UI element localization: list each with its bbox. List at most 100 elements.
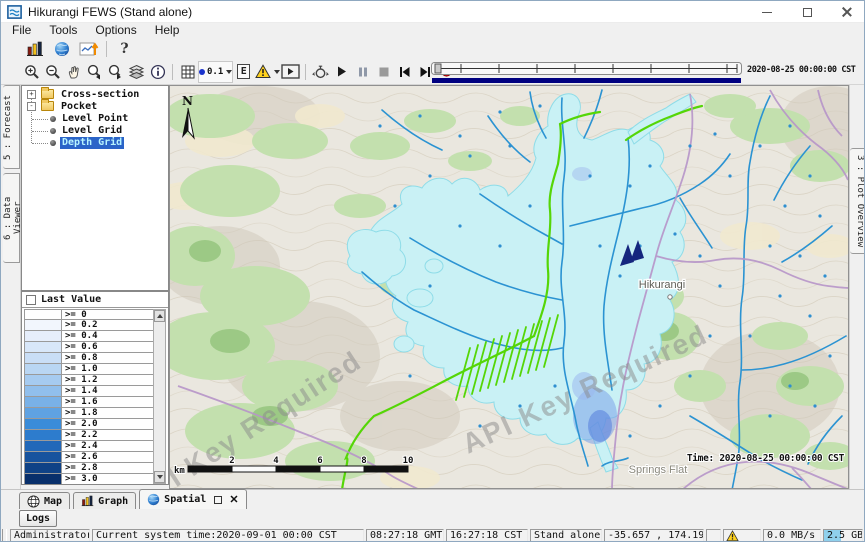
- arrow-down-icon: [157, 475, 163, 479]
- legend-scrollbar[interactable]: [153, 309, 166, 484]
- folder-icon: [41, 101, 54, 111]
- help-button[interactable]: ?: [111, 39, 138, 59]
- toolbar-separator: [305, 64, 306, 80]
- timeseries-display-button[interactable]: [75, 39, 102, 59]
- point-scale-dropdown[interactable]: 0.1: [198, 61, 233, 83]
- forecast-database-button[interactable]: [21, 39, 48, 59]
- legend-swatch: [24, 331, 62, 342]
- legend-row: >= 1.8: [24, 408, 154, 419]
- info-button[interactable]: [147, 61, 168, 83]
- warning-triangle-icon: [255, 64, 271, 79]
- play-button[interactable]: [331, 61, 352, 83]
- legend-swatch: [24, 375, 62, 386]
- legend-row: >= 0.6: [24, 342, 154, 353]
- toolbar-separator: [172, 64, 173, 80]
- status-grip: [2, 529, 7, 542]
- pause-icon: [357, 66, 369, 78]
- tree-item-label: Level Point: [60, 113, 130, 125]
- animation-speed-button[interactable]: [310, 61, 331, 83]
- tree-expander-icon[interactable]: +: [27, 90, 36, 99]
- left-tab-strip: 5 : Forecast 6 : Data Viewer: [1, 85, 21, 489]
- close-icon: [842, 7, 852, 17]
- tree-item-pocket[interactable]: -Pocket: [22, 101, 168, 113]
- logs-row: Logs: [1, 509, 864, 529]
- legend-swatch: [24, 320, 62, 331]
- scale-tick: 8: [361, 456, 366, 466]
- legend-row: >= 2.0: [24, 419, 154, 430]
- thresholds-dropdown[interactable]: [254, 61, 280, 83]
- legend-row: >= 1.6: [24, 397, 154, 408]
- pan-hand-icon: [66, 64, 82, 80]
- legend-swatch: [24, 386, 62, 397]
- status-warning[interactable]: [723, 529, 761, 542]
- tree-item-level-grid[interactable]: Level Grid: [22, 125, 168, 137]
- tree-expander-icon[interactable]: -: [27, 102, 36, 111]
- scroll-down-button[interactable]: [154, 471, 165, 483]
- menu-tools[interactable]: Tools: [40, 23, 86, 38]
- tab-label: Graph: [98, 496, 128, 507]
- sidebar-tab-6-data-viewer[interactable]: 6 : Data Viewer: [3, 173, 20, 263]
- scale-tick: 6: [317, 456, 322, 466]
- bar-chart-icon: [26, 41, 44, 57]
- legend-row-label: >= 0.8: [62, 353, 154, 364]
- help-icon: ?: [120, 41, 128, 57]
- legend-row-label: >= 2.6: [62, 452, 154, 463]
- zoom-next-icon: [107, 64, 124, 80]
- tree-item-depth-grid[interactable]: Depth Grid: [22, 137, 168, 149]
- restore-view-icon[interactable]: [214, 496, 222, 504]
- zoom-in-button[interactable]: [21, 61, 42, 83]
- status-system-time: Current system time:2020-09-01 00:00 CST: [92, 529, 364, 542]
- scale-tick: 4: [273, 456, 279, 466]
- tree-item-label: Depth Grid: [60, 137, 124, 149]
- close-button[interactable]: [836, 3, 858, 21]
- minimize-button[interactable]: [756, 3, 778, 21]
- legend-swatch: [24, 342, 62, 353]
- layers-button[interactable]: [126, 61, 147, 83]
- last-value-checkbox[interactable]: [26, 295, 36, 305]
- toolbar-separator: [106, 41, 107, 57]
- timeline-handle[interactable]: [435, 64, 441, 73]
- globe-blue-icon: [147, 493, 160, 506]
- legend-row: >= 1.4: [24, 386, 154, 397]
- menu-file[interactable]: File: [3, 23, 40, 38]
- sidebar-tab-3-plot-overview[interactable]: 3 : Plot Overview: [850, 148, 865, 254]
- tab-map[interactable]: Map: [19, 492, 70, 509]
- app-icon: [7, 5, 22, 19]
- map-canvas[interactable]: API Key Required API Key Required Hikura…: [169, 85, 849, 489]
- pan-button[interactable]: [63, 61, 84, 83]
- grid-icon: [180, 64, 196, 80]
- close-tab-icon[interactable]: [229, 495, 238, 505]
- map-display-button[interactable]: [48, 39, 75, 59]
- grid-display-button[interactable]: [177, 61, 198, 83]
- maximize-button[interactable]: [796, 3, 818, 21]
- menu-options[interactable]: Options: [86, 23, 145, 38]
- bottom-tab-bar: Map Graph Spatial: [1, 489, 864, 509]
- timeline-slider[interactable]: [431, 61, 743, 84]
- logs-button[interactable]: Logs: [19, 510, 57, 527]
- stop-button[interactable]: [373, 61, 394, 83]
- label-toggle-button[interactable]: E: [233, 61, 254, 83]
- tab-graph[interactable]: Graph: [73, 492, 136, 509]
- sidebar-tab-5-forecast[interactable]: 5 : Forecast: [3, 85, 20, 169]
- zoom-next-button[interactable]: [105, 61, 126, 83]
- animation-dialog-button[interactable]: [280, 61, 301, 83]
- pause-button[interactable]: [352, 61, 373, 83]
- window-title: Hikurangi FEWS (Stand alone): [28, 5, 192, 19]
- skip-to-start-button[interactable]: [394, 61, 415, 83]
- zoom-previous-button[interactable]: [84, 61, 105, 83]
- legend-swatch: [24, 408, 62, 419]
- zoom-out-button[interactable]: [42, 61, 63, 83]
- bullet-icon: [50, 116, 56, 122]
- town-label: Hikurangi: [639, 279, 685, 291]
- legend-row-label: >= 0.4: [62, 331, 154, 342]
- right-tab-strip: 3 : Plot Overview: [849, 85, 865, 489]
- tab-spatial[interactable]: Spatial: [139, 489, 246, 509]
- scroll-up-button[interactable]: [154, 310, 165, 322]
- bullet-icon: [50, 128, 56, 134]
- point-dot-icon: [199, 69, 205, 75]
- chevron-down-icon: [226, 70, 232, 74]
- tree-item-level-point[interactable]: Level Point: [22, 113, 168, 125]
- last-value-label: Last Value: [41, 294, 101, 305]
- menu-help[interactable]: Help: [146, 23, 189, 38]
- warning-icon: [726, 530, 739, 542]
